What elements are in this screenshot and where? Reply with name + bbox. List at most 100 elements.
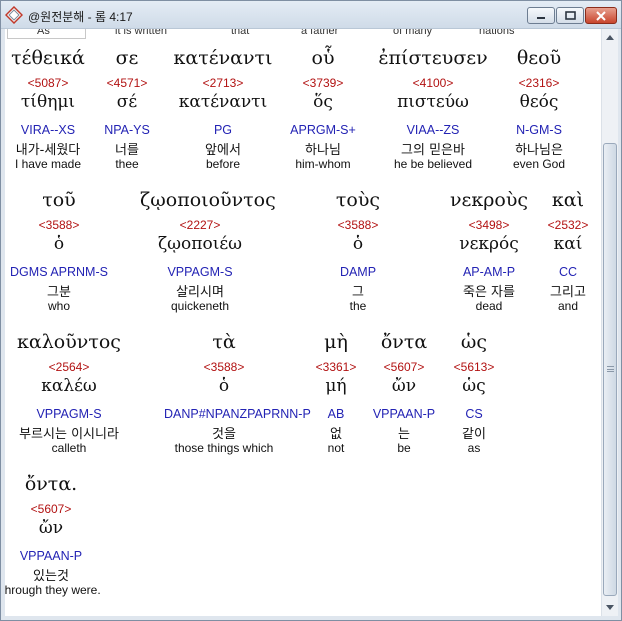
greek-word: τὰ [212, 331, 236, 353]
morphology-code: VIAA--ZS [406, 123, 460, 137]
morphology-code: CS [465, 407, 483, 421]
previous-word: it is written [115, 29, 167, 37]
lemma-word: ὡς [462, 376, 486, 396]
previous-word: that [231, 29, 250, 37]
strong-number: <5613> [453, 360, 495, 374]
strong-number: <3739> [302, 76, 344, 90]
minimize-button[interactable] [527, 7, 555, 24]
strong-number: <2532> [547, 218, 589, 232]
greek-word: ὡς [460, 331, 488, 353]
minimize-icon [537, 16, 545, 19]
korean-gloss: 하나님 [305, 143, 341, 158]
previous-word: a father [301, 29, 339, 37]
greek-word: τοὺς [335, 189, 381, 211]
previous-word: of many [393, 29, 433, 37]
scroll-grip-icon [607, 366, 614, 372]
morphology-code: DAMP [339, 265, 377, 279]
word-block[interactable]: ὄντα. <5607> ὤν VPPAAN-P 있는것 through they wer… [5, 473, 111, 601]
greek-word: τοῦ [42, 189, 76, 211]
english-gloss: he be believed [393, 157, 473, 171]
title-bar[interactable]: @원전분해 - 롬 4:17 [1, 1, 621, 29]
english-gloss: quickeneth [170, 299, 230, 313]
morphology-code: N-GM-S [516, 123, 562, 137]
korean-gloss: 것을 [212, 427, 236, 442]
english-gloss: those things which [174, 441, 274, 455]
strong-number: <2316> [518, 76, 560, 90]
korean-gloss: 그의 믿은바 [401, 143, 465, 158]
morphology-code: DGMS APRNM-S [10, 265, 108, 279]
word-block[interactable]: τοὺς <3588> ὁ DAMP 그 the [298, 189, 418, 317]
korean-gloss: 그분 [47, 285, 71, 300]
greek-word: καλοῦντος [17, 331, 121, 353]
strong-number: <3588> [38, 218, 80, 232]
word-block[interactable]: τὰ <3588> ὁ DANP#NPANZPAPRNN-P 것을 those thing… [164, 331, 311, 459]
korean-gloss: 있는것 [33, 569, 69, 584]
greek-word: θεοῦ [516, 47, 562, 69]
strong-number: <4100> [412, 76, 454, 90]
close-icon [596, 10, 606, 21]
english-gloss: the [349, 299, 367, 313]
morphology-code: CC [558, 265, 578, 279]
word-block[interactable]: ζῳοποιοῦντος <2227> ζῳοποιέω VPPAGM-S 살리시며 qu… [140, 189, 276, 317]
greek-word: ἐπίστευσεν [378, 47, 488, 69]
lemma-word: καί [553, 234, 583, 254]
vertical-scrollbar[interactable] [601, 29, 618, 616]
korean-gloss: 하나님은 [515, 143, 563, 158]
strong-number: <2227> [179, 218, 221, 232]
scrollbar-thumb[interactable] [603, 143, 617, 596]
morphology-code: VPPAGM-S [36, 407, 102, 421]
lemma-word: ὁ [352, 234, 364, 254]
word-block[interactable]: καλοῦντος <2564> καλέω VPPAGM-S 부르시는 이시니라 cal… [9, 331, 129, 459]
strong-number: <5607> [30, 502, 72, 516]
lemma-word: ὅς [313, 92, 333, 112]
morphology-code: VPPAGM-S [167, 265, 233, 279]
lemma-word: ὁ [53, 234, 65, 254]
app-window: @원전분해 - 롬 4:17 As it is written that a f… [0, 0, 622, 621]
lemma-word: ὤν [38, 518, 64, 538]
korean-gloss: 같이 [462, 427, 486, 442]
korean-gloss: 그리고 [550, 285, 586, 300]
maximize-icon [564, 11, 576, 20]
maximize-button[interactable] [556, 7, 584, 24]
previous-word: As [37, 29, 50, 37]
word-block[interactable]: θεοῦ <2316> θεός N-GM-S 하나님은 even God [479, 47, 599, 175]
greek-word: ὄντα. [24, 473, 78, 495]
close-button[interactable] [585, 7, 617, 24]
greek-word: καὶ [551, 189, 585, 211]
previous-word: nations [479, 29, 515, 37]
english-gloss: as [467, 441, 481, 455]
greek-word: ζῳοποιοῦντος [140, 189, 276, 211]
korean-gloss: 살리시며 [176, 285, 224, 300]
english-gloss: through they were. [5, 583, 101, 597]
scroll-up-button[interactable] [602, 29, 618, 46]
korean-gloss: 부르시는 이시니라 [19, 427, 119, 442]
english-gloss: him-whom [295, 157, 351, 171]
strong-number: <2564> [48, 360, 90, 374]
scroll-down-button[interactable] [602, 599, 618, 616]
greek-word: οὗ [311, 47, 335, 69]
word-block[interactable]: καὶ <2532> καί CC 그리고 and [508, 189, 601, 317]
word-block[interactable]: οὗ <3739> ὅς APRGM-S+ 하나님 him-whom [263, 47, 383, 175]
english-gloss: who [47, 299, 70, 313]
lemma-word: καλέω [41, 376, 97, 396]
english-gloss: even God [512, 157, 566, 171]
app-diamond-icon [5, 6, 23, 24]
word-block[interactable]: τοῦ <3588> ὁ DGMS APRNM-S 그분 who [5, 189, 119, 317]
interlinear-panel: As it is written that a father of many n… [5, 29, 601, 616]
word-block[interactable]: ὡς <5613> ὡς CS 같이 as [414, 331, 534, 459]
morphology-code: VPPAAN-P [19, 549, 83, 563]
korean-gloss: 그 [352, 285, 364, 300]
english-gloss: and [557, 299, 579, 313]
strong-number: <3588> [337, 218, 379, 232]
previous-verse-tail: As it is written that a father of many n… [5, 29, 601, 39]
scroll-up-arrow-icon [606, 35, 614, 40]
word-block[interactable]: ἐπίστευσεν <4100> πιστεύω VIAA--ZS 그의 믿은바 he … [373, 47, 493, 175]
scroll-down-arrow-icon [606, 605, 614, 610]
strong-number: <3588> [203, 360, 245, 374]
lemma-word: ὁ [218, 376, 230, 396]
lemma-word: πιστεύω [397, 92, 469, 112]
morphology-code: DANP#NPANZPAPRNN-P [164, 407, 311, 421]
window-title: @원전분해 - 롬 4:17 [28, 10, 133, 24]
morphology-code: APRGM-S+ [290, 123, 356, 137]
lemma-word: θεός [519, 92, 559, 112]
